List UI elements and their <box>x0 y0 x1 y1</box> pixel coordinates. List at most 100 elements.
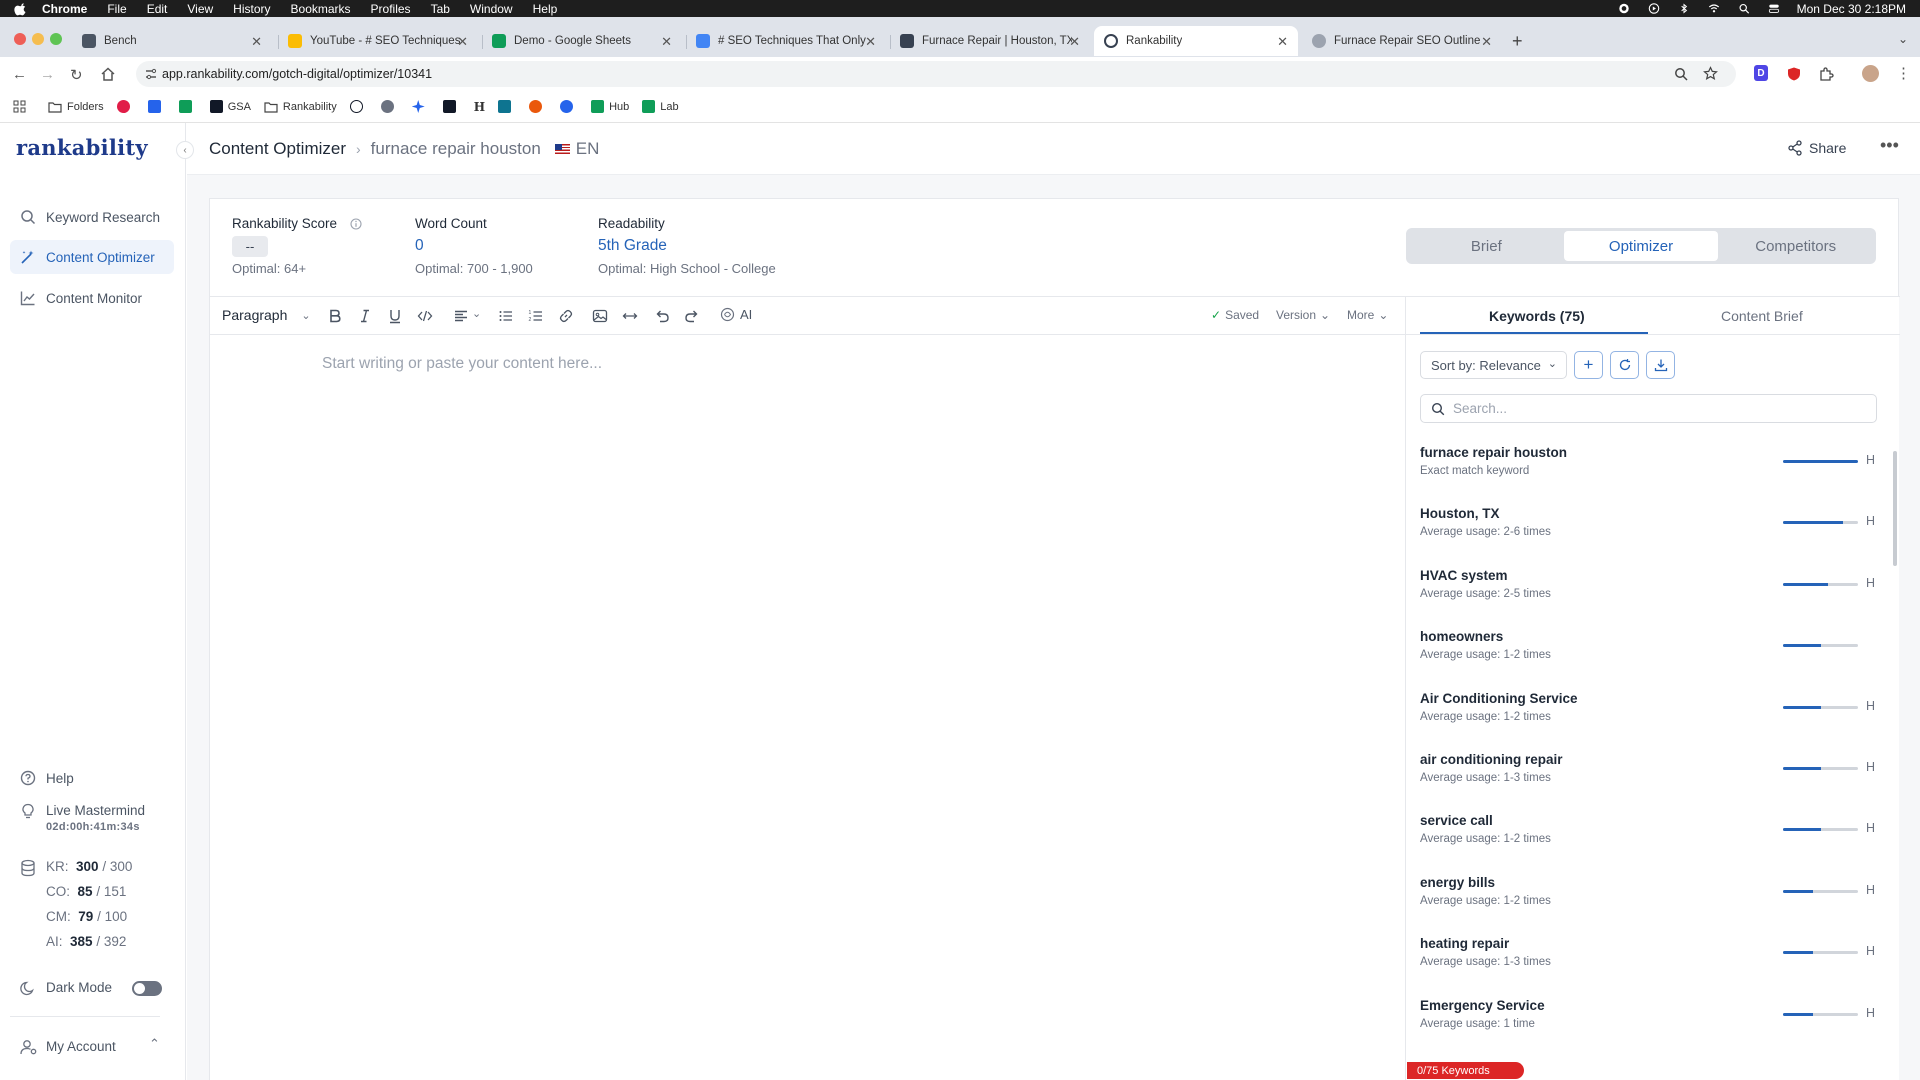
tab-content-brief[interactable]: Content Brief <box>1721 308 1803 324</box>
keyword-row[interactable]: energy bills Average usage: 1-2 times H <box>1420 875 1880 925</box>
menu-app-name[interactable]: Chrome <box>42 2 87 16</box>
zoom-icon[interactable] <box>1674 67 1688 81</box>
close-icon[interactable]: ✕ <box>661 34 672 50</box>
wifi-icon[interactable] <box>1707 3 1721 14</box>
more-dropdown[interactable]: More ⌄ <box>1347 308 1388 322</box>
rankability-logo[interactable]: rankability <box>16 135 148 160</box>
version-dropdown[interactable]: Version ⌄ <box>1276 308 1330 322</box>
keyword-row[interactable]: service call Average usage: 1-2 times H <box>1420 813 1880 863</box>
spotlight-search-icon[interactable] <box>1737 3 1751 14</box>
sidebar-item-content-monitor[interactable]: Content Monitor <box>10 281 174 315</box>
bookmark-item[interactable] <box>380 100 399 113</box>
paragraph-style-select[interactable]: Paragraph ⌄ <box>222 307 311 323</box>
browser-tab-furnace[interactable]: Furnace Repair | Houston, TX ✕ <box>890 26 1090 56</box>
page-title[interactable]: Content Optimizer <box>209 139 346 159</box>
tab-search-chevron-icon[interactable]: ⌄ <box>1898 32 1908 46</box>
window-zoom-button[interactable] <box>50 33 62 45</box>
bookmark-item[interactable] <box>116 100 135 113</box>
sort-select[interactable]: Sort by: Relevance ⌄ <box>1420 351 1567 379</box>
panel-scrollbar[interactable] <box>1893 451 1897 566</box>
bookmark-item[interactable] <box>560 100 578 113</box>
close-icon[interactable]: ✕ <box>251 34 262 50</box>
reload-icon[interactable]: ↻ <box>70 66 83 84</box>
window-minimize-button[interactable] <box>32 33 44 45</box>
underline-icon[interactable] <box>387 308 403 324</box>
keyword-row[interactable]: homeowners Average usage: 1-2 times <box>1420 629 1880 679</box>
dark-mode-toggle[interactable] <box>132 981 162 996</box>
tab-brief[interactable]: Brief <box>1409 231 1564 261</box>
bookmark-item[interactable] <box>147 100 166 113</box>
undo-icon[interactable] <box>654 308 670 324</box>
keyword-row[interactable]: Air Conditioning Service Average usage: 1… <box>1420 691 1880 741</box>
play-circle-icon[interactable] <box>1647 3 1661 14</box>
home-icon[interactable] <box>100 66 116 82</box>
bookmark-item[interactable] <box>178 100 197 113</box>
link-icon[interactable] <box>558 308 574 324</box>
bookmark-item[interactable] <box>529 100 547 113</box>
bookmark-item[interactable] <box>411 100 430 113</box>
help-link[interactable]: Help <box>46 771 74 786</box>
close-icon[interactable]: ✕ <box>1069 34 1080 50</box>
menu-view[interactable]: View <box>187 2 213 16</box>
my-account-link[interactable]: My Account <box>46 1039 116 1054</box>
bold-icon[interactable] <box>327 308 343 324</box>
bookmark-folders[interactable]: Folders <box>48 101 104 113</box>
back-arrow-icon[interactable]: ← <box>12 66 27 83</box>
url-text[interactable]: app.rankability.com/gotch-digital/optimi… <box>162 67 432 81</box>
menu-help[interactable]: Help <box>533 2 558 16</box>
browser-tab-bench[interactable]: Bench ✕ <box>72 26 272 56</box>
menu-tab[interactable]: Tab <box>431 2 450 16</box>
bookmark-lab[interactable]: Lab <box>642 100 679 113</box>
menu-window[interactable]: Window <box>470 2 513 16</box>
bookmark-item[interactable] <box>349 100 368 113</box>
window-close-button[interactable] <box>14 33 26 45</box>
chevron-down-icon[interactable]: ⌄ <box>472 307 481 320</box>
close-icon[interactable]: ✕ <box>1481 34 1492 50</box>
bookmark-h[interactable]: H <box>474 100 485 114</box>
keyword-row[interactable]: Emergency Service Average usage: 1 time H <box>1420 998 1880 1048</box>
bookmark-item[interactable] <box>498 100 516 113</box>
close-icon[interactable]: ✕ <box>865 34 876 50</box>
numbered-list-icon[interactable]: 12 <box>528 308 544 324</box>
menubar-clock[interactable]: Mon Dec 30 2:18PM <box>1797 2 1906 16</box>
bullet-list-icon[interactable] <box>498 308 514 324</box>
keyword-row[interactable]: Houston, TX Average usage: 2-6 times H <box>1420 506 1880 556</box>
align-left-icon[interactable] <box>453 308 469 324</box>
redo-icon[interactable] <box>684 308 700 324</box>
chrome-menu-dots-icon[interactable]: ⋮ <box>1896 64 1911 82</box>
address-bar[interactable]: app.rankability.com/gotch-digital/optimi… <box>136 61 1736 87</box>
bookmark-rankability[interactable]: Rankability <box>264 101 337 113</box>
live-mastermind-link[interactable]: Live Mastermind <box>46 803 145 818</box>
forward-arrow-icon[interactable]: → <box>40 66 55 83</box>
sidebar-item-keyword-research[interactable]: Keyword Research <box>10 200 174 234</box>
tab-competitors[interactable]: Competitors <box>1718 231 1873 261</box>
browser-tab-rankability[interactable]: Rankability ✕ <box>1094 26 1298 56</box>
image-insert-icon[interactable] <box>592 308 608 324</box>
menu-bookmarks[interactable]: Bookmarks <box>291 2 351 16</box>
bookmark-item[interactable] <box>442 100 461 113</box>
close-icon[interactable]: ✕ <box>1277 34 1288 50</box>
bookmark-star-icon[interactable] <box>1703 66 1718 81</box>
add-keyword-button[interactable]: + <box>1574 351 1603 379</box>
record-icon[interactable] <box>1617 3 1631 14</box>
bluetooth-icon[interactable] <box>1677 3 1691 14</box>
new-tab-plus-icon[interactable]: + <box>1512 31 1523 52</box>
extension-shield-icon[interactable] <box>1786 66 1802 82</box>
tab-keywords[interactable]: Keywords (75) <box>1489 308 1585 324</box>
browser-tab-youtube[interactable]: YouTube - # SEO Techniques ✕ <box>278 26 478 56</box>
keyword-row[interactable]: furnace repair houston Exact match keywor… <box>1420 445 1880 495</box>
keyword-row[interactable]: HVAC system Average usage: 2-5 times H <box>1420 568 1880 618</box>
extension-d-icon[interactable]: D <box>1754 65 1768 81</box>
menu-profiles[interactable]: Profiles <box>371 2 411 16</box>
horizontal-rule-icon[interactable] <box>622 308 638 324</box>
download-keywords-button[interactable] <box>1646 351 1675 379</box>
ai-assist-button[interactable]: AI <box>720 307 752 322</box>
italic-icon[interactable] <box>357 308 373 324</box>
site-settings-icon[interactable] <box>144 67 158 81</box>
share-button[interactable]: Share <box>1787 140 1846 156</box>
close-icon[interactable]: ✕ <box>457 34 468 50</box>
apple-logo-icon[interactable] <box>14 2 28 16</box>
bookmark-gsa[interactable]: GSA <box>209 100 251 113</box>
keyword-row[interactable]: heating repair Average usage: 1-3 times H <box>1420 936 1880 986</box>
editor-content-area[interactable]: Start writing or paste your content here… <box>322 355 602 373</box>
